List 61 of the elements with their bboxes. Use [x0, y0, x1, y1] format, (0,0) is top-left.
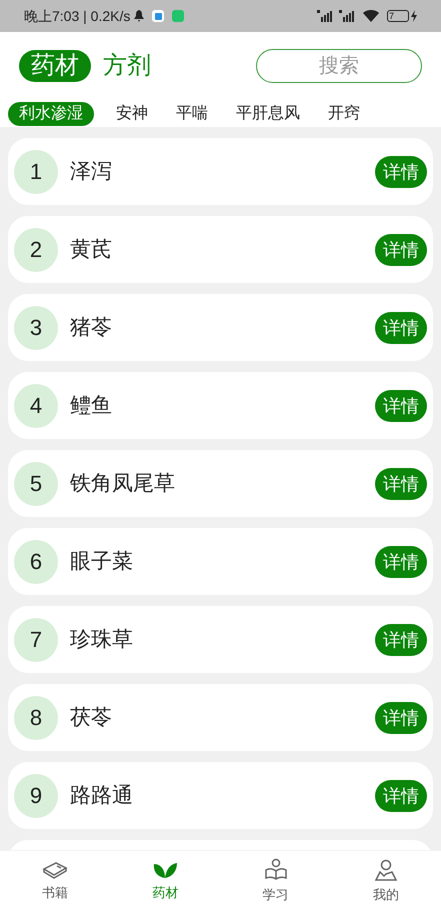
category-tab[interactable]: 开窍 — [322, 102, 366, 126]
item-number: 9 — [14, 774, 58, 818]
status-time: 晚上7:03 | 0.2K/s — [24, 6, 130, 26]
signal-icon — [339, 10, 355, 22]
herb-name: 眼子菜 — [70, 548, 134, 575]
category-tab[interactable]: 平喘 — [170, 102, 214, 126]
header-tab[interactable]: 药材 — [19, 50, 91, 82]
details-button[interactable]: 详情 — [375, 546, 427, 578]
category-tab[interactable]: 安神 — [110, 102, 154, 126]
signal-icon — [317, 10, 333, 22]
app-icon — [152, 10, 164, 22]
charging-icon — [411, 10, 417, 22]
details-button[interactable]: 详情 — [375, 780, 427, 812]
item-number: 7 — [14, 618, 58, 662]
person-icon — [372, 858, 399, 882]
chat-icon — [172, 10, 184, 22]
nav-tab[interactable]: 学习 — [246, 858, 306, 905]
herb-card[interactable]: 2 黄芪 详情 — [8, 216, 433, 283]
bell-icon — [134, 10, 144, 22]
details-button[interactable]: 详情 — [375, 312, 427, 344]
item-number: 8 — [14, 696, 58, 740]
herb-name: 铁角凤尾草 — [70, 470, 176, 497]
leaf-icon — [152, 860, 178, 880]
item-number: 2 — [14, 228, 58, 272]
herb-card[interactable]: 9 路路通 详情 — [8, 762, 433, 829]
details-button[interactable]: 详情 — [375, 702, 427, 734]
item-number: 6 — [14, 540, 58, 584]
herb-name: 茯苓 — [70, 704, 113, 731]
details-button[interactable]: 详情 — [375, 468, 427, 500]
header-tab[interactable]: 方剂 — [101, 50, 153, 82]
herb-card[interactable]: 6 眼子菜 详情 — [8, 528, 433, 595]
herb-card[interactable]: 1 泽泻 详情 — [8, 138, 433, 205]
herb-name: 鳢鱼 — [70, 392, 113, 419]
item-number: 5 — [14, 462, 58, 506]
nav-tab[interactable]: 药材 — [135, 860, 196, 903]
search-field[interactable]: 搜索 — [256, 49, 422, 83]
nav-tab[interactable]: 我的 — [356, 858, 416, 905]
category-tab[interactable]: 利水渗湿 — [8, 102, 94, 126]
herb-card[interactable]: 3 猪苓 详情 — [8, 294, 433, 361]
herb-name: 珍珠草 — [70, 626, 134, 653]
nav-tab[interactable]: 书籍 — [25, 860, 86, 903]
herb-name: 泽泻 — [70, 158, 113, 185]
item-number: 3 — [14, 306, 58, 350]
details-button[interactable]: 详情 — [375, 156, 427, 188]
battery-level: 7 — [389, 12, 394, 20]
details-button[interactable]: 详情 — [375, 624, 427, 656]
herb-card[interactable]: 8 茯苓 详情 — [8, 684, 433, 751]
herb-card[interactable]: 7 珍珠草 详情 — [8, 606, 433, 673]
herb-card[interactable]: 5 铁角凤尾草 详情 — [8, 450, 433, 517]
herb-name: 黄芪 — [70, 236, 113, 263]
herb-name: 猪苓 — [70, 314, 113, 341]
details-button[interactable]: 详情 — [375, 390, 427, 422]
item-number: 4 — [14, 384, 58, 428]
book-icon — [42, 860, 68, 880]
wifi-icon — [363, 10, 379, 22]
details-button[interactable]: 详情 — [375, 234, 427, 266]
category-tab[interactable]: 平肝息风 — [230, 102, 306, 126]
herb-card[interactable]: 4 鳢鱼 详情 — [8, 372, 433, 439]
item-number: 1 — [14, 150, 58, 194]
herb-name: 路路通 — [70, 782, 134, 809]
reader-icon — [262, 858, 289, 882]
